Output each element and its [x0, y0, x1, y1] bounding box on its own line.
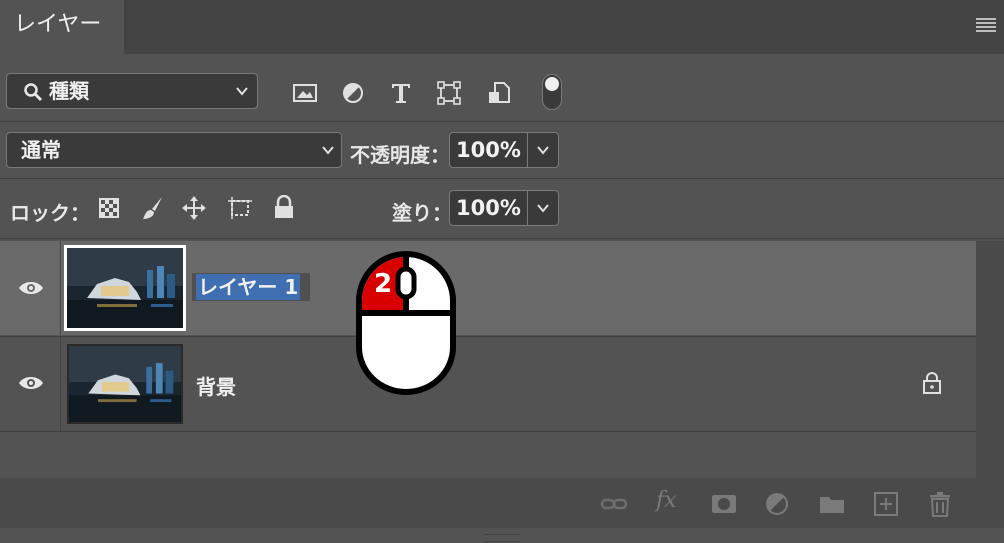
filter-kind-select[interactable]: 種類	[6, 73, 258, 109]
divider	[0, 178, 1004, 179]
smart-object-filter-icon[interactable]	[486, 80, 512, 106]
divider	[0, 121, 1004, 122]
fill-dropdown[interactable]	[527, 191, 558, 225]
tab-layers[interactable]: レイヤー	[0, 0, 124, 54]
resize-grip[interactable]	[484, 534, 520, 542]
lock-position-icon[interactable]	[181, 195, 207, 221]
trash-icon[interactable]	[926, 491, 954, 517]
layer-thumbnail	[67, 344, 183, 424]
shape-filter-icon[interactable]	[436, 80, 462, 106]
image-filter-icon[interactable]	[292, 80, 318, 106]
lock-icon	[923, 372, 941, 394]
eye-icon	[19, 282, 43, 294]
opacity-dropdown[interactable]	[527, 133, 558, 167]
fill-field[interactable]: 100%	[449, 190, 559, 226]
opacity-value: 100%	[456, 138, 521, 162]
type-filter-icon[interactable]	[388, 80, 414, 106]
lock-label: ロック：	[10, 201, 90, 225]
chevron-down-icon	[537, 204, 549, 213]
filter-toggle[interactable]	[542, 74, 562, 110]
visibility-toggle[interactable]	[0, 337, 61, 431]
mouse-double-click-icon: 2	[356, 250, 456, 395]
lock-all-icon[interactable]	[272, 195, 296, 221]
layer-name-background: 背景	[196, 375, 236, 399]
lock-artboard-icon[interactable]	[226, 195, 254, 221]
opacity-label: 不透明度：	[350, 143, 450, 167]
eye-icon	[19, 377, 43, 389]
link-icon[interactable]	[600, 491, 628, 517]
layer-row-background[interactable]: 背景	[0, 336, 976, 431]
layer-thumbnail	[64, 245, 186, 331]
chevron-down-icon	[236, 87, 248, 96]
blend-mode-select[interactable]: 通常	[6, 132, 342, 168]
divider	[0, 238, 1004, 239]
opacity-field[interactable]: 100%	[449, 132, 559, 168]
divider	[0, 431, 976, 432]
panel-footer: fx	[0, 478, 976, 528]
fx-label: fx	[656, 488, 677, 513]
mask-icon[interactable]	[710, 491, 738, 517]
search-icon	[24, 83, 43, 102]
layer-row-layer1[interactable]: レイヤー 1	[0, 241, 976, 335]
lock-transparent-icon[interactable]	[98, 197, 120, 219]
adjustment-filter-icon[interactable]	[340, 80, 366, 106]
chevron-down-icon	[322, 146, 334, 155]
fx-icon[interactable]: fx	[656, 488, 686, 518]
chevron-down-icon	[537, 146, 549, 155]
filter-kind-label: 種類	[49, 79, 89, 103]
toggle-knob	[545, 77, 559, 91]
layer-name-input[interactable]: レイヤー 1	[192, 273, 310, 301]
new-layer-icon[interactable]	[872, 491, 900, 517]
scrollbar[interactable]	[976, 241, 1004, 528]
blend-mode-label: 通常	[21, 138, 61, 162]
visibility-toggle[interactable]	[0, 241, 61, 335]
folder-icon[interactable]	[818, 491, 846, 517]
panel-tab-bar: レイヤー	[0, 0, 1004, 54]
panel-menu-icon[interactable]	[976, 18, 996, 34]
layer-name-layer1: レイヤー 1	[196, 274, 301, 300]
fill-label: 塗り：	[392, 201, 452, 225]
click-count-label: 2	[374, 269, 393, 299]
adjustment-icon[interactable]	[764, 491, 792, 517]
lock-image-icon[interactable]	[140, 195, 166, 221]
fill-value: 100%	[456, 196, 521, 220]
